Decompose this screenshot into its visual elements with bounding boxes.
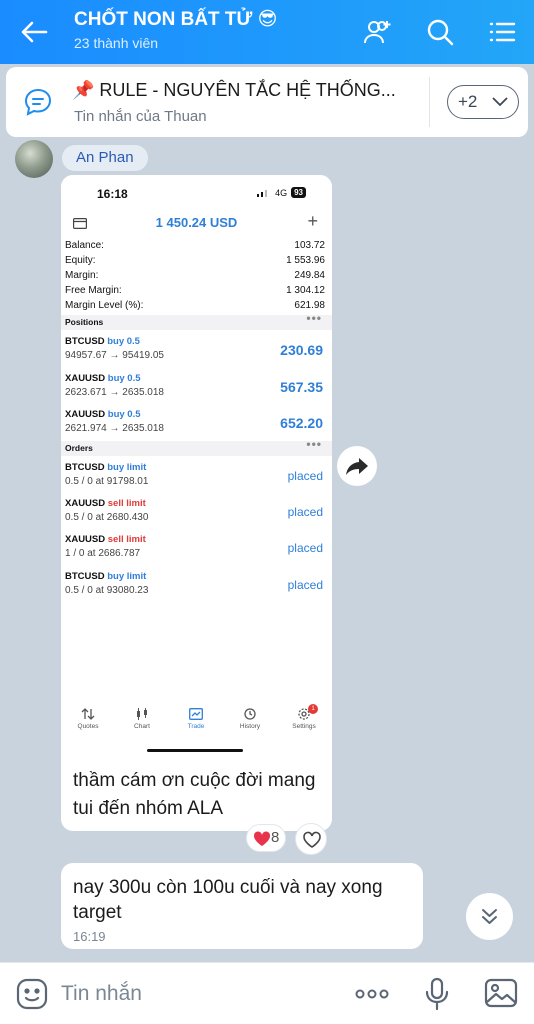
more-options-icon[interactable] bbox=[354, 983, 390, 1005]
order-row: XAUUSD sell limit 0.5 / 0 at 2680.430 pl… bbox=[65, 498, 323, 523]
tab-quotes: Quotes bbox=[61, 708, 115, 730]
search-icon[interactable] bbox=[424, 16, 456, 48]
pinned-more-button[interactable]: +2 bbox=[447, 85, 519, 119]
pinned-title: 📌 RULE - NGUYÊN TẮC HỆ THỐNG... bbox=[72, 80, 396, 100]
account-balance: 1 450.24 USD bbox=[155, 215, 238, 230]
order-row: XAUUSD sell limit 1 / 0 at 2686.787 plac… bbox=[65, 534, 323, 559]
divider bbox=[429, 77, 430, 127]
trade-icon bbox=[189, 708, 203, 720]
heart-outline-icon bbox=[303, 831, 321, 848]
microphone-icon[interactable] bbox=[423, 977, 451, 1011]
position-row: XAUUSD buy 0.5 2621.974 → 2635.018 652.2… bbox=[65, 409, 323, 434]
avatar[interactable] bbox=[15, 140, 53, 178]
order-row: BTCUSD buy limit 0.5 / 0 at 91798.01 pla… bbox=[65, 462, 323, 487]
double-chevron-down-icon bbox=[482, 909, 497, 924]
back-arrow-icon[interactable] bbox=[18, 16, 52, 48]
pinned-subtitle: Tin nhắn của Thuan bbox=[74, 108, 207, 125]
battery-level: 93 bbox=[291, 187, 306, 198]
react-button[interactable] bbox=[295, 823, 327, 855]
orders-header: Orders ••• bbox=[61, 437, 332, 456]
menu-list-icon[interactable] bbox=[486, 16, 518, 48]
chart-candle-icon bbox=[137, 708, 147, 720]
trading-screenshot[interactable]: 16:18 4G 93 1 450.24 USD + Balance: 103.7… bbox=[61, 175, 332, 765]
tab-settings: Settings 1 bbox=[277, 704, 331, 730]
quotes-icon bbox=[81, 708, 95, 720]
status-time: 16:18 bbox=[97, 187, 128, 201]
network-label: 4G bbox=[275, 187, 288, 198]
image-icon[interactable] bbox=[484, 977, 518, 1009]
add-member-icon[interactable] bbox=[362, 16, 394, 48]
signal-icon bbox=[257, 189, 268, 197]
order-row: BTCUSD buy limit 0.5 / 0 at 93080.23 pla… bbox=[65, 571, 323, 596]
text-message[interactable]: nay 300u còn 100u cuối và nay xong targe… bbox=[61, 863, 423, 949]
notification-badge: 1 bbox=[308, 704, 318, 714]
reaction-count[interactable]: 8 bbox=[246, 824, 286, 852]
pinned-message-bar[interactable]: 📌 RULE - NGUYÊN TẮC HỆ THỐNG... Tin nhắn… bbox=[6, 67, 528, 137]
tab-trade: Trade bbox=[169, 708, 223, 730]
message-time: 16:19 bbox=[73, 929, 106, 944]
home-indicator bbox=[147, 749, 243, 752]
plus-icon: + bbox=[307, 211, 318, 231]
bottom-tab-bar: Quotes Chart Trade History Settings 1 bbox=[61, 704, 332, 748]
history-icon bbox=[244, 708, 256, 720]
message-caption: thầm cám ơn cuộc đời mang tui đến nhóm A… bbox=[73, 770, 316, 819]
share-arrow-icon bbox=[346, 458, 368, 475]
group-title[interactable]: CHỐT NON BẤT TỬ 😎 bbox=[74, 8, 277, 31]
sticker-icon[interactable] bbox=[15, 977, 49, 1011]
position-row: XAUUSD buy 0.5 2623.671 → 2635.018 567.3… bbox=[65, 373, 323, 398]
heart-icon bbox=[253, 831, 271, 846]
message-input-bar: Tin nhắn bbox=[0, 962, 534, 1024]
sender-name[interactable]: An Phan bbox=[62, 145, 148, 171]
chat-bubble-icon bbox=[22, 86, 54, 118]
forward-button[interactable] bbox=[337, 446, 377, 486]
message-text: nay 300u còn 100u cuối và nay xong targe… bbox=[73, 877, 383, 923]
image-message[interactable]: 16:18 4G 93 1 450.24 USD + Balance: 103.7… bbox=[61, 175, 332, 831]
member-count[interactable]: 23 thành viên bbox=[74, 35, 158, 51]
chevron-down-icon bbox=[492, 97, 508, 107]
chat-header: CHỐT NON BẤT TỬ 😎 23 thành viên bbox=[0, 0, 534, 64]
reaction-number: 8 bbox=[271, 829, 280, 846]
status-indicators: 4G 93 bbox=[257, 187, 306, 198]
tab-history: History bbox=[223, 708, 277, 730]
tab-chart: Chart bbox=[115, 708, 169, 730]
scroll-down-button[interactable] bbox=[466, 893, 513, 940]
message-input[interactable]: Tin nhắn bbox=[61, 982, 142, 1006]
pinned-more-label: +2 bbox=[458, 92, 478, 111]
positions-header: Positions ••• bbox=[61, 311, 332, 330]
position-row: BTCUSD buy 0.5 94957.67 → 95419.05 230.6… bbox=[65, 336, 323, 361]
